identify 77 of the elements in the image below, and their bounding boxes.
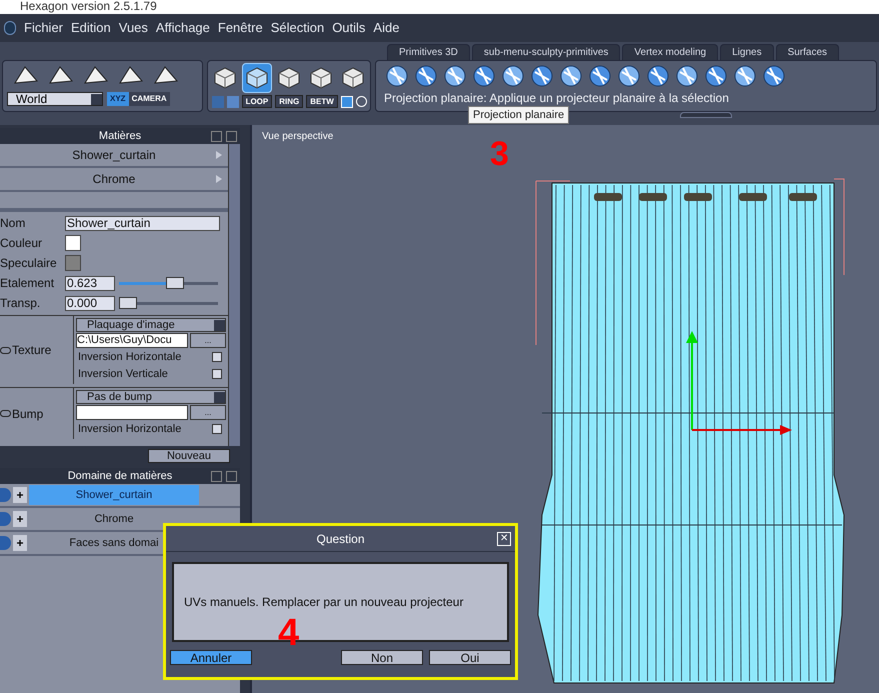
caret-icon xyxy=(214,320,225,330)
value-field[interactable]: 0.623 xyxy=(65,276,115,290)
space-toggle[interactable]: XYZ xyxy=(107,92,129,106)
material-row[interactable]: Shower_curtain xyxy=(0,144,228,168)
toolbar-tab[interactable]: Surfaces xyxy=(776,44,840,60)
app-logo-icon xyxy=(4,21,16,35)
slider-thumb[interactable] xyxy=(166,277,184,289)
slider[interactable] xyxy=(119,297,218,309)
status-text: Projection planaire: Applique un projecteur planaire à la sélection xyxy=(384,90,730,107)
viewport-label: Vue perspective xyxy=(262,130,334,144)
checkbox-label: Inversion Horizontale xyxy=(78,350,182,365)
scrollbar[interactable] xyxy=(228,144,240,446)
menu-item[interactable]: Fenêtre xyxy=(218,18,263,38)
close-icon[interactable] xyxy=(226,130,237,142)
section-label: Texture xyxy=(12,342,52,359)
tooltip: Projection planaire xyxy=(468,106,570,124)
edge-mode-button[interactable]: BETW xyxy=(306,95,338,108)
menu-item[interactable]: Outils xyxy=(332,18,366,38)
checkbox[interactable] xyxy=(212,369,222,379)
edge-mode-button[interactable]: RING xyxy=(275,95,304,108)
field-label: Nom xyxy=(0,215,26,232)
field-label: Couleur xyxy=(0,235,44,252)
field-label: Transp. xyxy=(0,295,42,312)
window-title: Hexagon version 2.5.1.79 xyxy=(0,0,879,14)
space-dropdown[interactable]: World xyxy=(7,92,103,106)
edge-mode-button[interactable]: LOOP xyxy=(242,95,272,108)
menu-item[interactable]: Sélection xyxy=(270,18,324,38)
toolbar-tab[interactable]: Primitives 3D xyxy=(387,44,470,60)
domain-row[interactable]: Shower_curtain xyxy=(29,485,199,505)
browse-button[interactable]: ... xyxy=(190,333,226,348)
new-button[interactable]: Nouveau xyxy=(148,449,230,463)
color-swatch[interactable] xyxy=(65,255,81,271)
domain-row[interactable]: Chrome xyxy=(29,509,199,529)
menu-item[interactable]: Edition xyxy=(71,18,111,38)
checkbox[interactable] xyxy=(212,352,222,362)
caret-icon xyxy=(214,392,225,402)
dialog-button[interactable]: Oui xyxy=(429,650,511,665)
name-field[interactable]: Shower_curtain xyxy=(65,216,220,230)
menu-item[interactable]: Vues xyxy=(118,18,148,38)
checkbox[interactable] xyxy=(212,424,222,434)
add-button[interactable]: + xyxy=(13,535,27,551)
section-label: Bump xyxy=(12,406,44,422)
menu-item[interactable]: Fichier xyxy=(24,18,64,38)
toolbar-tab[interactable]: Lignes xyxy=(720,44,774,60)
annotation-number: 3 xyxy=(490,137,509,171)
rectangle-select-icon[interactable] xyxy=(340,96,353,108)
slider-thumb[interactable] xyxy=(119,297,137,309)
browse-button[interactable]: ... xyxy=(190,405,226,420)
menu-icon[interactable] xyxy=(211,470,222,482)
slider[interactable] xyxy=(119,277,218,289)
close-button[interactable]: ✕ xyxy=(497,532,511,546)
close-icon[interactable] xyxy=(226,470,237,482)
path-field[interactable]: C:\Users\Guy\Docu xyxy=(76,333,188,348)
dialog-button[interactable]: Annuler xyxy=(170,650,252,665)
dialog-title: Question xyxy=(316,530,365,548)
add-button[interactable]: + xyxy=(13,511,27,527)
value-field[interactable]: 0.000 xyxy=(65,296,115,310)
path-field[interactable] xyxy=(76,405,188,420)
menu-icon[interactable] xyxy=(211,130,222,142)
field-label: Speculaire xyxy=(0,255,58,272)
space-toggle[interactable]: CAMERA xyxy=(128,92,170,106)
caret-icon xyxy=(91,94,102,104)
toolbar-tab[interactable]: Vertex modeling xyxy=(622,44,718,60)
circle-select-icon[interactable] xyxy=(356,96,367,107)
mapping-dropdown[interactable]: Plaquage d'image xyxy=(76,318,226,332)
dialog-button[interactable]: Non xyxy=(341,650,423,665)
menu-item[interactable]: Aide xyxy=(373,18,400,38)
color-swatch[interactable] xyxy=(65,235,81,251)
field-label: Etalement xyxy=(0,275,56,292)
add-button[interactable]: + xyxy=(13,487,27,503)
menu-item[interactable]: Affichage xyxy=(156,18,210,38)
cube-mode-button[interactable] xyxy=(242,63,272,93)
mapping-dropdown[interactable]: Pas de bump xyxy=(76,390,226,404)
checkbox-label: Inversion Verticale xyxy=(78,366,168,382)
collapse-handle[interactable] xyxy=(680,112,732,118)
checkbox-label: Inversion Horizontale xyxy=(78,422,182,437)
toolbar-tab[interactable]: sub-menu-sculpty-primitives xyxy=(472,44,620,60)
